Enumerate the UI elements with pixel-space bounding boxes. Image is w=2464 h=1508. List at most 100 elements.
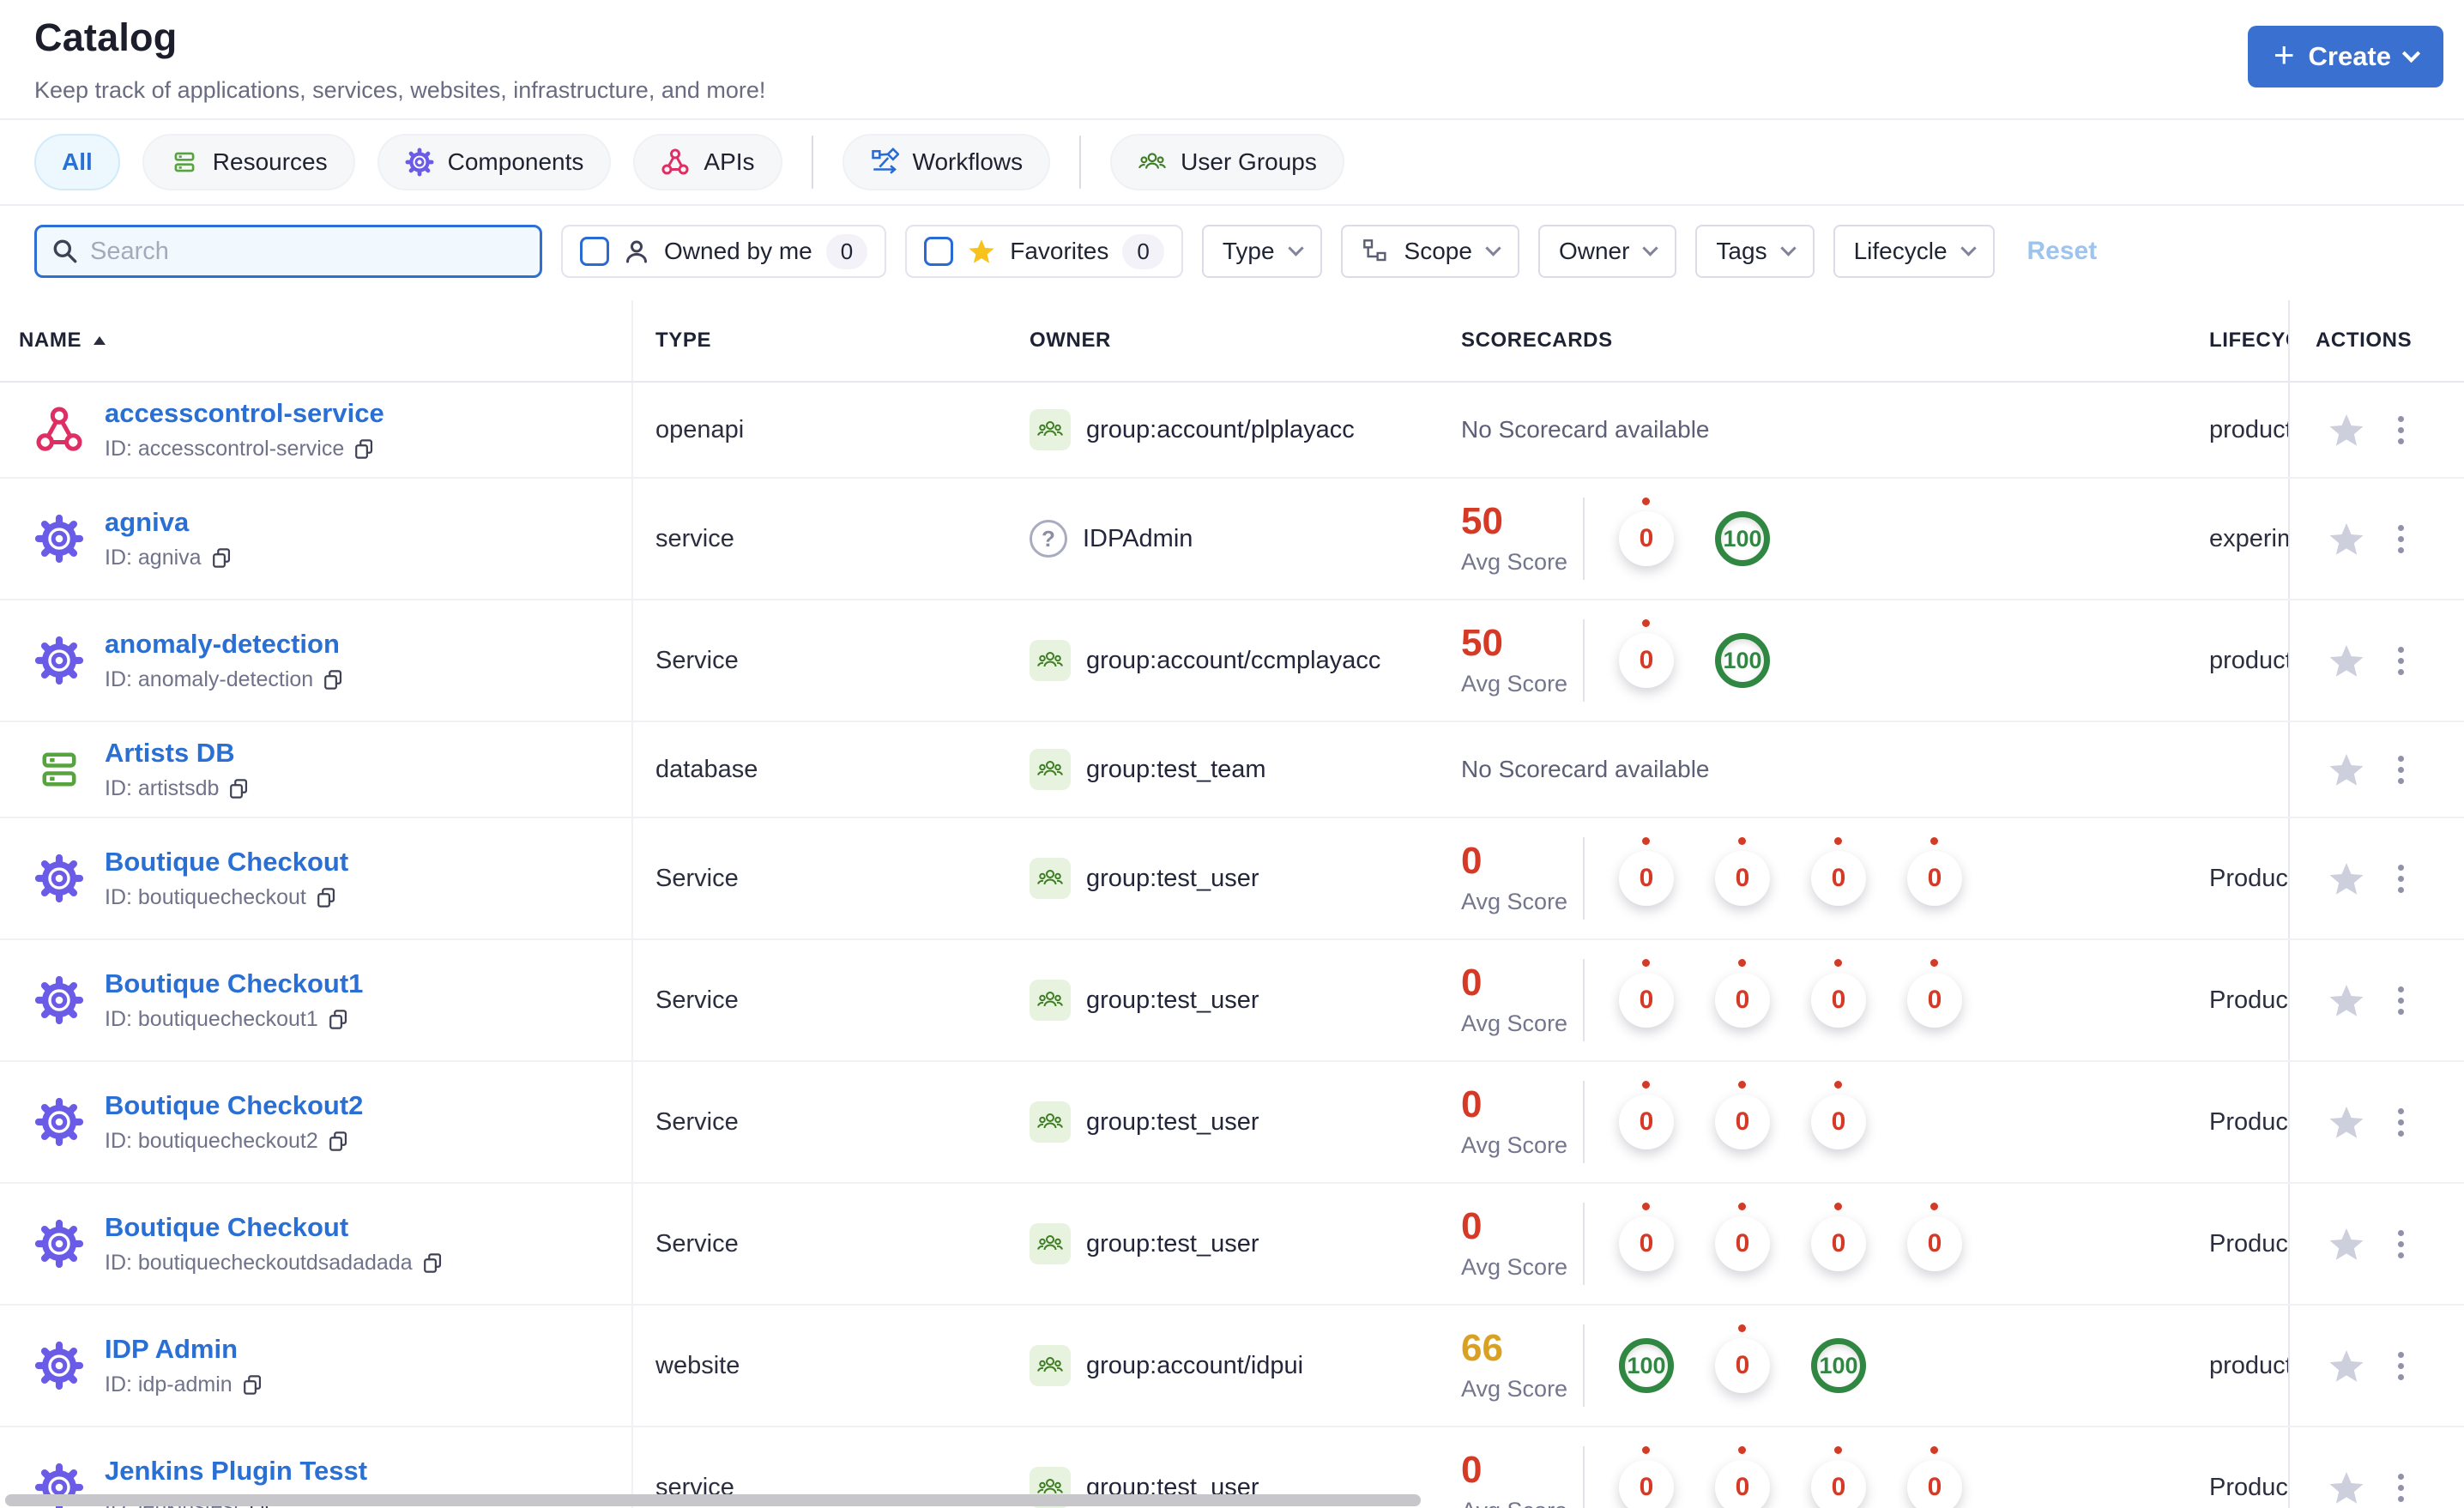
create-button[interactable]: + Create [2247, 26, 2443, 87]
entity-name-link[interactable]: agniva [105, 507, 233, 538]
entity-name-link[interactable]: Boutique Checkout [105, 1212, 444, 1243]
favorite-star-icon[interactable] [2326, 518, 2367, 559]
copy-icon[interactable] [227, 777, 251, 800]
kebab-menu-icon[interactable] [2395, 1470, 2407, 1505]
scorecard-badge[interactable]: 0 [1907, 1446, 1962, 1508]
avg-score-value: 0 [1461, 1205, 1483, 1248]
favorite-star-icon[interactable] [2326, 1223, 2367, 1264]
entity-name-link[interactable]: Boutique Checkout1 [105, 968, 363, 999]
tab-user-groups[interactable]: User Groups [1110, 134, 1344, 190]
column-header-name[interactable]: NAME [0, 300, 633, 381]
copy-icon[interactable] [327, 1130, 350, 1153]
favorite-star-icon[interactable] [2326, 1101, 2367, 1143]
scorecard-badge[interactable]: 100 [1619, 1338, 1674, 1393]
scorecard-badge[interactable]: 0 [1811, 1446, 1866, 1508]
favorite-star-icon[interactable] [2326, 1345, 2367, 1386]
owned-by-me-filter[interactable]: Owned by me 0 [561, 225, 887, 278]
table-row: agniva ID: agniva service ? IDPAdmin 50 … [0, 479, 2464, 600]
scorecard-badge[interactable]: 0 [1811, 837, 1866, 906]
scorecard-badge[interactable]: 0 [1619, 498, 1674, 566]
filter-dropdown-scope[interactable]: Scope [1340, 225, 1519, 278]
scorecard-badge[interactable]: 100 [1715, 511, 1770, 566]
tab-workflows[interactable]: Workflows [842, 134, 1051, 190]
service-icon [34, 975, 84, 1025]
kebab-menu-icon[interactable] [2395, 1105, 2407, 1140]
copy-icon[interactable] [210, 546, 233, 570]
service-icon [34, 514, 84, 564]
table-row: anomaly-detection ID: anomaly-detection … [0, 600, 2464, 722]
scorecard-badge[interactable]: 0 [1907, 959, 1962, 1028]
scorecard-badge[interactable]: 0 [1619, 837, 1674, 906]
scorecard-badge[interactable]: 0 [1715, 1446, 1770, 1508]
entity-name-link[interactable]: anomaly-detection [105, 629, 345, 660]
person-icon [623, 238, 650, 265]
scorecard-badge[interactable]: 0 [1619, 619, 1674, 688]
scorecard-badge[interactable]: 0 [1619, 1203, 1674, 1271]
no-scorecard-text: No Scorecard available [1461, 756, 1710, 782]
tab-all[interactable]: All [34, 134, 120, 190]
favorite-star-icon[interactable] [2326, 858, 2367, 899]
scorecards-cell: 0 Avg Score0000 [1461, 837, 2209, 920]
kebab-menu-icon[interactable] [2395, 522, 2407, 557]
scorecard-badge[interactable]: 0 [1715, 1081, 1770, 1149]
scorecard-badge[interactable]: 100 [1811, 1338, 1866, 1393]
filter-dropdown-owner[interactable]: Owner [1537, 225, 1677, 278]
favorites-checkbox[interactable] [924, 237, 954, 266]
entity-name-link[interactable]: Artists DB [105, 738, 251, 769]
owner-label: IDPAdmin [1083, 524, 1193, 552]
search-box[interactable] [34, 225, 542, 278]
group-icon [1030, 640, 1071, 681]
copy-icon[interactable] [241, 1373, 264, 1396]
favorite-star-icon[interactable] [2326, 1467, 2367, 1508]
scorecard-badge[interactable]: 0 [1715, 837, 1770, 906]
kebab-menu-icon[interactable] [2395, 413, 2407, 448]
kebab-menu-icon[interactable] [2395, 861, 2407, 896]
kebab-menu-icon[interactable] [2395, 752, 2407, 787]
search-input[interactable] [90, 237, 526, 266]
tab-components[interactable]: Components [377, 134, 612, 190]
scorecard-badge[interactable]: 0 [1619, 1446, 1674, 1508]
owner-label: group:test_user [1086, 986, 1259, 1014]
scorecard-badge[interactable]: 0 [1907, 1203, 1962, 1271]
scorecard-badge[interactable]: 0 [1715, 1203, 1770, 1271]
filter-dropdown-type[interactable]: Type [1201, 225, 1322, 278]
owned-by-me-checkbox[interactable] [580, 237, 609, 266]
kebab-menu-icon[interactable] [2395, 983, 2407, 1018]
horizontal-scrollbar[interactable] [5, 1494, 1421, 1506]
favorites-filter[interactable]: Favorites 0 [905, 225, 1183, 278]
favorite-star-icon[interactable] [2326, 409, 2367, 450]
kebab-menu-icon[interactable] [2395, 1227, 2407, 1262]
scorecard-badge[interactable]: 0 [1811, 959, 1866, 1028]
scorecard-badge[interactable]: 0 [1907, 837, 1962, 906]
database-icon [34, 745, 84, 794]
filter-dropdown-lifecycle[interactable]: Lifecycle [1833, 225, 1995, 278]
kebab-menu-icon[interactable] [2395, 1348, 2407, 1384]
favorite-star-icon[interactable] [2326, 640, 2367, 681]
scorecard-badge[interactable]: 0 [1715, 959, 1770, 1028]
entity-name-link[interactable]: Boutique Checkout2 [105, 1090, 363, 1121]
entity-name-link[interactable]: accesscontrol-service [105, 398, 384, 429]
copy-icon[interactable] [421, 1252, 444, 1275]
scorecard-badge[interactable]: 0 [1715, 1324, 1770, 1393]
scorecard-badge[interactable]: 0 [1619, 959, 1674, 1028]
scorecard-badge[interactable]: 100 [1715, 633, 1770, 688]
copy-icon[interactable] [322, 668, 345, 691]
kebab-menu-icon[interactable] [2395, 643, 2407, 679]
scorecard-badge[interactable]: 0 [1619, 1081, 1674, 1149]
filter-dropdown-tags[interactable]: Tags [1695, 225, 1815, 278]
scorecard-badge[interactable]: 0 [1811, 1081, 1866, 1149]
favorite-star-icon[interactable] [2326, 749, 2367, 790]
copy-icon[interactable] [353, 437, 376, 461]
copy-icon[interactable] [315, 886, 338, 909]
tab-label: User Groups [1181, 148, 1317, 175]
favorite-star-icon[interactable] [2326, 980, 2367, 1021]
tab-apis[interactable]: APIs [633, 134, 782, 190]
scorecard-badge[interactable]: 0 [1811, 1203, 1866, 1271]
copy-icon[interactable] [327, 1008, 350, 1031]
entity-name-link[interactable]: Jenkins Plugin Tesst [105, 1456, 367, 1487]
entity-name-link[interactable]: IDP Admin [105, 1334, 264, 1365]
reset-filters-button[interactable]: Reset [2027, 237, 2098, 266]
entity-name-link[interactable]: Boutique Checkout [105, 847, 348, 878]
tab-resources[interactable]: Resources [142, 134, 355, 190]
table-row: Boutique Checkout2 ID: boutiquecheckout2… [0, 1062, 2464, 1184]
